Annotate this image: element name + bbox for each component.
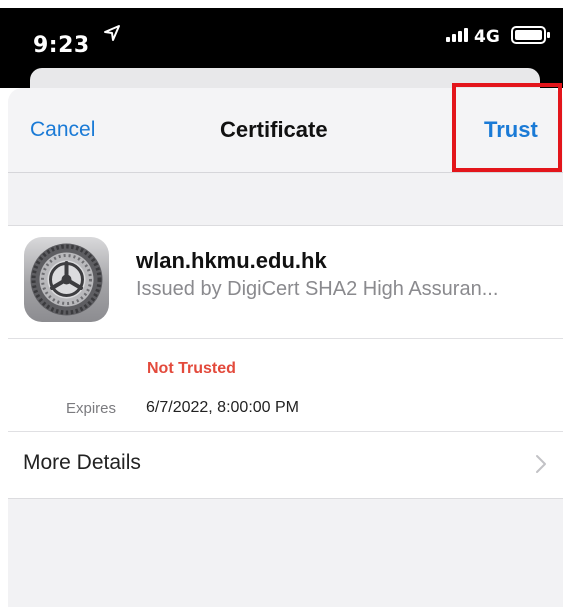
- certificate-name: wlan.hkmu.edu.hk: [136, 248, 327, 273]
- network-type: 4G: [474, 27, 500, 47]
- cancel-button[interactable]: Cancel: [30, 118, 95, 142]
- section-spacer: [8, 173, 563, 226]
- trust-status: Not Trusted: [147, 360, 236, 377]
- page-title: Certificate: [220, 117, 328, 142]
- certificate-summary: wlan.hkmu.edu.hk Issued by DigiCert SHA2…: [8, 226, 563, 338]
- settings-gear-icon: [24, 237, 109, 322]
- footer-background: [8, 499, 563, 607]
- battery-icon: [511, 26, 550, 44]
- more-details-label: More Details: [23, 451, 141, 474]
- top-margin: [0, 0, 563, 8]
- expires-value: 6/7/2022, 8:00:00 PM: [146, 399, 299, 416]
- expires-label: Expires: [66, 400, 117, 417]
- signal-bars-icon: [446, 28, 468, 42]
- certificate-issuer: Issued by DigiCert SHA2 High Assuran...: [136, 278, 499, 300]
- chevron-right-icon: [536, 455, 546, 473]
- status-time: 9:23: [33, 33, 90, 58]
- more-details-row[interactable]: More Details: [8, 432, 563, 498]
- divider: [8, 338, 563, 339]
- trust-highlight-box: [452, 83, 562, 172]
- location-arrow-icon: [104, 25, 120, 41]
